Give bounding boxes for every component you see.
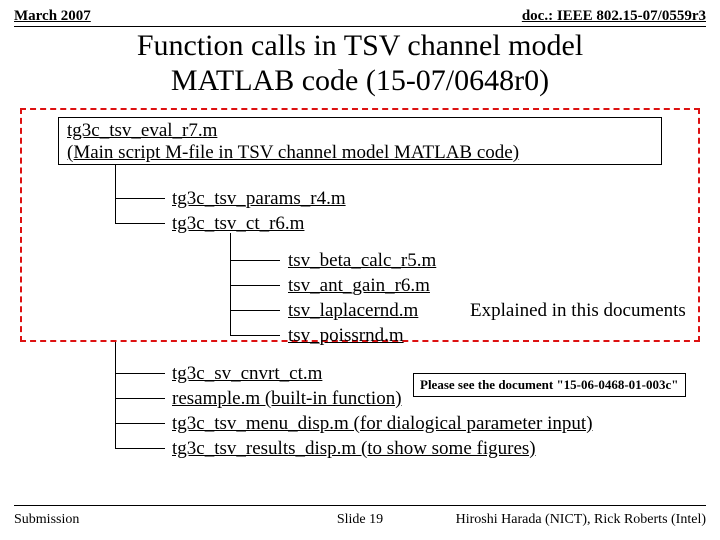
- tree-line: [230, 260, 280, 261]
- tree-line: [230, 285, 280, 286]
- file-level1b-d: tg3c_tsv_results_disp.m (to show some fi…: [172, 438, 536, 460]
- title-line-1: Function calls in TSV channel model: [20, 29, 700, 64]
- note-explained: Explained in this documents: [470, 300, 686, 322]
- note-please-see: Please see the document "15-06-0468-01-0…: [413, 373, 686, 397]
- main-file-box: tg3c_tsv_eval_r7.m (Main script M-file i…: [58, 117, 662, 165]
- file-level2-d: tsv_poissrnd.m: [288, 325, 404, 347]
- tree-line: [115, 342, 116, 448]
- footer-left: Submission: [14, 512, 79, 528]
- file-level2-c: tsv_laplacernd.m: [288, 300, 418, 322]
- slide-title: Function calls in TSV channel model MATL…: [0, 29, 720, 98]
- footer-rule: [14, 505, 706, 506]
- tree-line: [115, 448, 165, 449]
- tree-line: [115, 423, 165, 424]
- main-file-desc: (Main script M-file in TSV channel model…: [67, 142, 653, 164]
- file-level2-b: tsv_ant_gain_r6.m: [288, 275, 430, 297]
- main-file-name: tg3c_tsv_eval_r7.m: [67, 120, 653, 142]
- file-level1-b: tg3c_tsv_ct_r6.m: [172, 213, 304, 235]
- title-line-2: MATLAB code (15-07/0648r0): [20, 64, 700, 99]
- slide-footer: Submission Slide 19 Hiroshi Harada (NICT…: [14, 512, 706, 528]
- file-level1b-a: tg3c_sv_cnvrt_ct.m: [172, 363, 322, 385]
- header-docid: doc.: IEEE 802.15-07/0559r3: [522, 8, 706, 25]
- slide-header: March 2007 doc.: IEEE 802.15-07/0559r3: [0, 0, 720, 25]
- file-level2-a: tsv_beta_calc_r5.m: [288, 250, 436, 272]
- footer-authors: Hiroshi Harada (NICT), Rick Roberts (Int…: [456, 512, 706, 528]
- header-date: March 2007: [14, 8, 91, 25]
- tree-line: [115, 198, 165, 199]
- tree-line: [230, 335, 280, 336]
- file-level1-a: tg3c_tsv_params_r4.m: [172, 188, 346, 210]
- footer-slide-number: Slide 19: [337, 512, 383, 528]
- tree-line: [230, 310, 280, 311]
- file-level1b-b: resample.m (built-in function): [172, 388, 402, 410]
- file-level1b-c: tg3c_tsv_menu_disp.m (for dialogical par…: [172, 413, 593, 435]
- tree-line: [115, 398, 165, 399]
- tree-line: [115, 223, 165, 224]
- header-rule: [14, 26, 706, 27]
- tree-line: [115, 165, 116, 223]
- tree-line: [230, 233, 231, 335]
- tree-line: [115, 373, 165, 374]
